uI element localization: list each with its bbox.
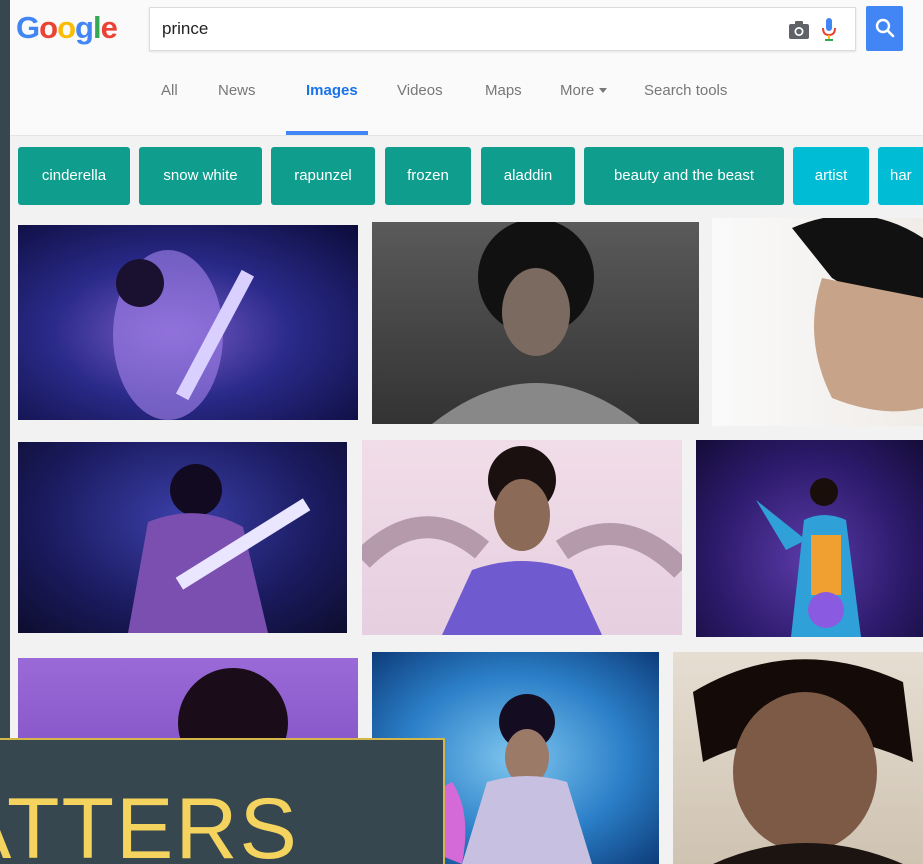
chip-snow-white[interactable]: snow white bbox=[139, 147, 262, 205]
tab-all[interactable]: All bbox=[161, 82, 178, 136]
logo-letter: G bbox=[16, 10, 40, 45]
chip-rapunzel[interactable]: rapunzel bbox=[271, 147, 375, 205]
closeup-portrait-photo bbox=[693, 659, 913, 864]
image-result[interactable] bbox=[696, 440, 923, 637]
tab-news[interactable]: News bbox=[218, 82, 256, 136]
chip-beauty-and-the-beast[interactable]: beauty and the beast bbox=[584, 147, 784, 205]
microphone-icon[interactable] bbox=[821, 17, 837, 43]
logo-letter: l bbox=[92, 10, 102, 45]
slide-title-overlay: ATTERS bbox=[0, 738, 445, 864]
chip-har[interactable]: har bbox=[878, 147, 923, 205]
tab-more[interactable]: More bbox=[560, 82, 608, 136]
image-result[interactable] bbox=[372, 222, 699, 424]
search-header: Google All News Images Videos Maps More … bbox=[10, 0, 923, 136]
tab-search-tools[interactable]: Search tools bbox=[644, 82, 727, 136]
chip-aladdin[interactable]: aladdin bbox=[481, 147, 575, 205]
image-result[interactable] bbox=[362, 440, 682, 635]
image-result[interactable] bbox=[712, 218, 923, 426]
performer-guitar-photo bbox=[113, 250, 255, 420]
search-icon bbox=[875, 18, 895, 38]
logo-letter: e bbox=[100, 10, 118, 45]
profile-portrait-photo bbox=[792, 218, 923, 412]
tab-images[interactable]: Images bbox=[306, 82, 358, 136]
search-input[interactable] bbox=[162, 16, 762, 42]
tab-more-label: More bbox=[560, 82, 595, 99]
camera-icon[interactable] bbox=[788, 20, 810, 40]
chip-frozen[interactable]: frozen bbox=[385, 147, 471, 205]
logo-letter: o bbox=[57, 10, 76, 45]
tab-videos[interactable]: Videos bbox=[397, 82, 443, 136]
google-logo[interactable]: Google bbox=[16, 10, 118, 46]
search-box bbox=[149, 7, 856, 51]
symbol-portrait-photo bbox=[362, 446, 682, 635]
portrait-bw-photo bbox=[432, 222, 640, 424]
stage-performance-photo bbox=[756, 478, 861, 637]
active-tab-indicator bbox=[286, 131, 368, 135]
related-searches-bar: cinderella snow white rapunzel frozen al… bbox=[18, 147, 923, 205]
image-result[interactable] bbox=[18, 225, 358, 420]
search-button[interactable] bbox=[866, 6, 903, 51]
performer-guitar-photo bbox=[128, 464, 311, 633]
logo-letter: g bbox=[75, 10, 94, 45]
chevron-down-icon bbox=[599, 88, 608, 93]
chip-artist[interactable]: artist bbox=[793, 147, 869, 205]
chip-cinderella[interactable]: cinderella bbox=[18, 147, 130, 205]
left-sidebar-strip bbox=[0, 0, 10, 864]
logo-letter: o bbox=[39, 10, 58, 45]
overlay-title-text: ATTERS bbox=[0, 781, 299, 864]
tab-maps[interactable]: Maps bbox=[485, 82, 522, 136]
image-result[interactable] bbox=[673, 652, 923, 864]
image-result[interactable] bbox=[18, 442, 347, 633]
